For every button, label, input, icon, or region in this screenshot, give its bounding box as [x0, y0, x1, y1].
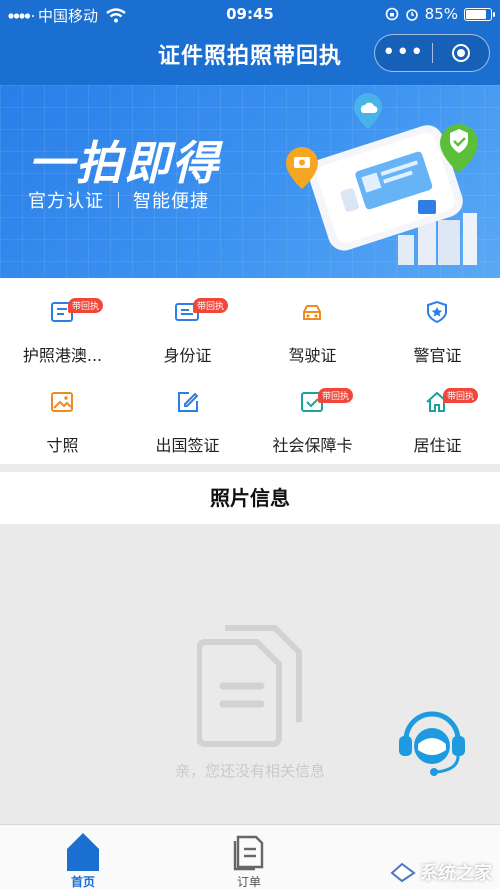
receipt-badge: 带回执 [193, 298, 229, 313]
category-police-card[interactable]: 警官证 [375, 278, 500, 368]
alarm-icon [405, 9, 418, 21]
police-shield-icon [427, 300, 447, 324]
category-inch-photo[interactable]: 寸照 [0, 368, 125, 458]
category-passport[interactable]: 带回执 护照港澳... [0, 278, 125, 368]
more-button[interactable]: ••• [375, 35, 432, 71]
more-dots-icon: ••• [382, 40, 425, 65]
category-id-card[interactable]: 带回执 身份证 [125, 278, 250, 368]
photo-info-header: 照片信息 [0, 472, 500, 524]
photo-empty-state: 亲，您还没有相关信息 [0, 524, 500, 824]
category-visa[interactable]: 出国签证 [125, 368, 250, 458]
banner-subtitle-divider [118, 192, 119, 208]
rotation-lock-icon [385, 7, 398, 21]
tab-label-home: 首页 [70, 875, 95, 889]
status-right-group: 85% [385, 5, 495, 23]
top-bar: 中国移动 09:45 85% 证件照拍照带回执 ••• [0, 0, 500, 85]
customer-service-icon[interactable] [396, 704, 468, 778]
category-grid: 带回执 护照港澳... 带回执 身份证 驾驶证 警官证 寸照 出国签证 带回执 … [0, 278, 500, 464]
watermark-text: 系统之家 [420, 863, 492, 884]
banner-phone-illustration [286, 93, 478, 265]
banner-subtitle-left: 官方认证 [28, 191, 104, 212]
banner-subtitle: 官方认证 智能便捷 [28, 187, 209, 213]
category-driver-license[interactable]: 驾驶证 [250, 278, 375, 368]
photo-icon [51, 392, 73, 412]
receipt-badge: 带回执 [443, 388, 479, 403]
category-label: 社会保障卡 [272, 436, 353, 455]
home-tab-icon [67, 833, 99, 871]
banner-title: 一拍即得 [28, 136, 220, 190]
visa-edit-icon [178, 392, 199, 412]
category-label: 护照港澳... [22, 346, 103, 365]
promo-banner[interactable]: 一拍即得 官方认证 智能便捷 [0, 85, 500, 278]
battery-icon [464, 7, 495, 21]
category-label: 寸照 [46, 436, 79, 455]
cloud-pin-icon [354, 93, 382, 129]
receipt-badge: 带回执 [68, 298, 104, 313]
receipt-badge: 带回执 [318, 388, 354, 403]
target-circle-icon [451, 44, 470, 62]
site-watermark: 系统之家 [390, 859, 492, 885]
order-document-icon [233, 835, 264, 871]
category-label: 居住证 [413, 436, 462, 455]
tab-home[interactable]: 首页 [0, 825, 166, 889]
category-label: 警官证 [413, 346, 462, 365]
battery-fill [466, 9, 486, 19]
status-bar: 中国移动 09:45 85% [0, 0, 500, 28]
battery-percent: 85% [424, 5, 458, 23]
car-icon [303, 305, 321, 320]
category-social-security[interactable]: 带回执 社会保障卡 [250, 368, 375, 458]
category-label: 出国签证 [155, 436, 220, 455]
tab-label-orders: 订单 [236, 875, 261, 889]
banner-subtitle-right: 智能便捷 [133, 191, 209, 212]
category-residence-permit[interactable]: 带回执 居住证 [375, 368, 500, 458]
tab-bar: 首页 订单 系统之家 [0, 824, 500, 889]
category-label: 身份证 [163, 346, 212, 365]
empty-documents-icon [197, 625, 302, 747]
mini-program-capsule: ••• [374, 34, 490, 72]
close-button[interactable] [433, 35, 490, 71]
watermark-logo-icon [390, 862, 416, 883]
tab-orders[interactable]: 订单 [166, 825, 332, 889]
category-label: 驾驶证 [288, 346, 337, 365]
small-camera-icon [418, 200, 436, 214]
